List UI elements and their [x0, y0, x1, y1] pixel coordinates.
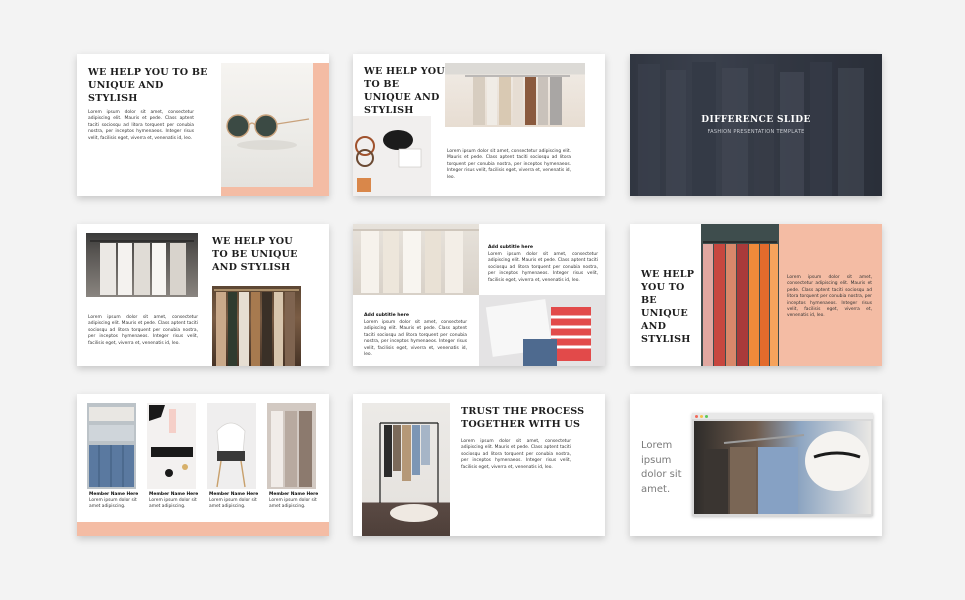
slide-subtitle: FASHION PRESENTATION TEMPLATE: [707, 129, 805, 135]
clothes-rack-icon: [465, 75, 570, 125]
slide-title: WE HELP YOU TO BE UNIQUE AND STYLISH: [88, 67, 208, 104]
colorful-clothes-photo: [701, 224, 779, 366]
slide-thumbnail-8[interactable]: TRUST THE PROCESS TOGETHER WITH US Lorem…: [353, 394, 605, 536]
body-text-2: Lorem ipsum dolor sit amet, consectetur …: [364, 320, 467, 358]
closet-shelf-icon: [89, 407, 134, 487]
slide-thumbnail-2[interactable]: WE HELP YOU TO BE UNIQUE AND STYLISH Lor…: [353, 54, 605, 196]
browser-toolbar: [692, 413, 873, 419]
slide-thumbnail-4[interactable]: WE HELP YOU TO BE UNIQUE AND STYLISH Lor…: [77, 224, 329, 366]
slide-thumbnail-9[interactable]: Lorem ipsum dolor sit amet.: [630, 394, 882, 536]
slide-title: TRUST THE PROCESS TOGETHER WITH US: [461, 406, 585, 430]
body-text-1: Lorem ipsum dolor sit amet, consectetur …: [488, 252, 598, 283]
member-name-3: Member Name Here: [209, 492, 259, 497]
hanging-shirts-icon: [90, 240, 194, 295]
member-desc-4: Lorem ipsum dolor sit amet adipiscing.: [269, 498, 317, 509]
subtitle-1: Add subtitle here: [488, 245, 534, 250]
member-photo-2: [147, 403, 196, 489]
member-name-2: Member Name Here: [149, 492, 199, 497]
member-photo-3: [207, 403, 256, 489]
clothing-rack-room-photo: [362, 403, 450, 536]
peach-footer-bar: [77, 522, 329, 536]
slide-title: DIFFERENCE SLIDE: [701, 115, 811, 125]
clothing-rack-icon: [379, 422, 439, 522]
browser-minimize-dot: [700, 414, 703, 418]
slide-thumbnail-1[interactable]: WE HELP YOU TO BE UNIQUE AND STYLISH Lor…: [77, 54, 329, 196]
slide-body-text: Lorem ipsum dolor sit amet, consectetur …: [88, 110, 194, 141]
browser-maximize-dot: [705, 414, 708, 418]
member-desc-3: Lorem ipsum dolor sit amet adipiscing.: [209, 498, 257, 509]
slide-body-text: Lorem ipsum dolor sit amet, consectetur …: [461, 439, 571, 470]
white-garments-photo: [353, 224, 479, 295]
slide-body-text: Lorem ipsum dolor sit amet, consectetur …: [88, 315, 198, 346]
slide-body-text: Lorem ipsum dolor sit amet, consectetur …: [447, 149, 571, 180]
member-desc-1: Lorem ipsum dolor sit amet adipiscing.: [89, 498, 137, 509]
slide-thumbnail-6[interactable]: WE HELP YOU TO BE UNIQUE AND STYLISH Lor…: [630, 224, 882, 366]
subtitle-2: Add subtitle here: [364, 313, 410, 318]
hat-and-jackets-icon: [704, 431, 869, 514]
member-photo-4: [267, 403, 316, 489]
denim-hat-photo: [694, 421, 871, 514]
slide-title: WE HELP YOU TO BE UNIQUE AND STYLISH: [364, 66, 445, 116]
white-garments-icon: [353, 229, 479, 293]
member-photo-1: [87, 403, 136, 489]
colorful-clothes-icon: [703, 241, 778, 366]
member-name-4: Member Name Here: [269, 492, 319, 497]
hanging-shirts-photo: [86, 233, 198, 297]
sweaters-icon: [271, 411, 312, 487]
slide-title: WE HELP YOU TO BE UNIQUE AND STYLISH: [641, 269, 695, 345]
browser-mockup: [692, 413, 873, 516]
clothes-rack-icon: [214, 289, 299, 366]
slide-lorem-text: Lorem ipsum dolor sit amet.: [641, 440, 682, 495]
chair-icon: [216, 422, 246, 488]
accessories-icon: [149, 405, 193, 477]
member-name-1: Member Name Here: [89, 492, 139, 497]
slide-title: WE HELP YOU TO BE UNIQUE AND STYLISH: [212, 236, 298, 273]
browser-close-dot: [695, 414, 698, 418]
accessories-flatlay-photo: [353, 116, 431, 196]
folded-clothes-photo: [479, 295, 605, 366]
member-desc-2: Lorem ipsum dolor sit amet adipiscing.: [149, 498, 197, 509]
folded-clothes-icon: [485, 299, 591, 366]
accessories-icon: [355, 130, 422, 192]
sunglasses-photo: [221, 63, 313, 187]
sunglasses-icon: [226, 114, 310, 150]
slide-thumbnail-5[interactable]: Add subtitle here Lorem ipsum dolor sit …: [353, 224, 605, 366]
slide-thumbnail-7[interactable]: Member Name Here Lorem ipsum dolor sit a…: [77, 394, 329, 536]
slide-thumbnail-3[interactable]: DIFFERENCE SLIDE FASHION PRESENTATION TE…: [630, 54, 882, 196]
clothes-rack-photo: [212, 286, 301, 366]
slide-body-text: Lorem ipsum dolor sit amet, consectetur …: [787, 275, 872, 319]
clothing-rack-background: [630, 54, 882, 196]
clothes-rack-photo: [445, 63, 585, 127]
